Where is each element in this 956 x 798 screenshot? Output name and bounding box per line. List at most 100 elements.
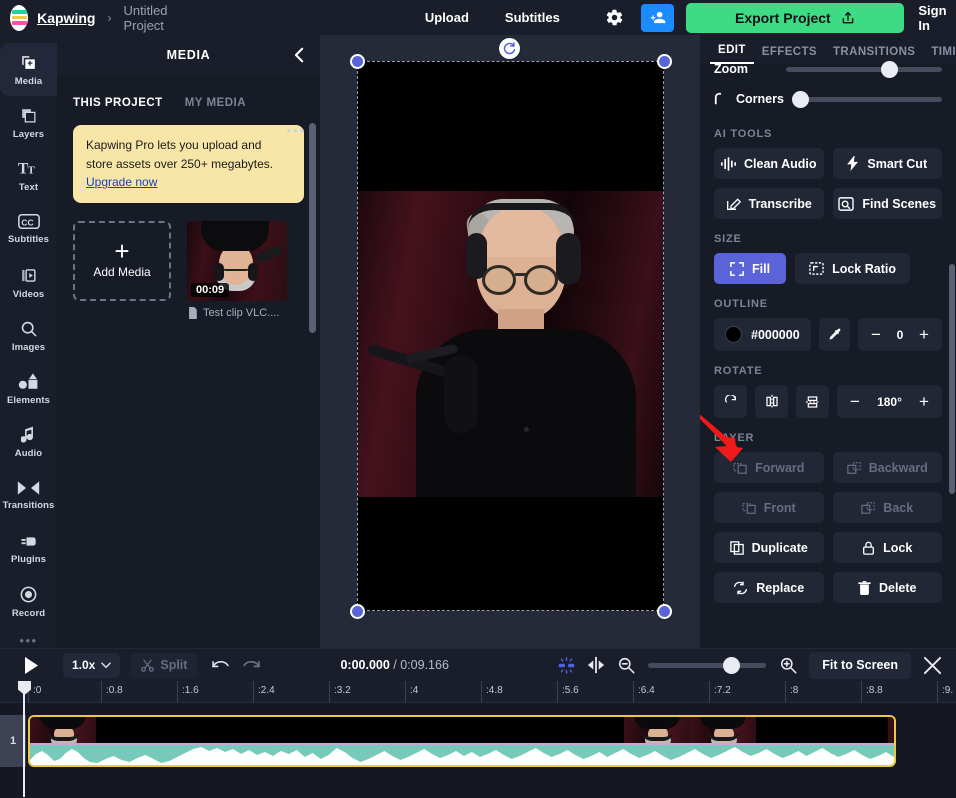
zoom-slider-row[interactable]: Zoom <box>714 54 942 84</box>
timeline-zoom-slider[interactable] <box>648 656 767 674</box>
playback-speed-select[interactable]: 1.0x <box>63 652 121 678</box>
duplicate-button[interactable]: Duplicate <box>714 532 824 563</box>
sign-in-button[interactable]: Sign In <box>918 3 956 33</box>
timeline-ruler[interactable]: :0 :0.8 :1.6 :2.4 :3.2 :4 :4.8 :5.6 :6.4… <box>0 681 956 703</box>
replace-button[interactable]: Replace <box>714 572 824 603</box>
media-asset-item[interactable]: 00:09 Test clip VLC.... <box>187 220 287 319</box>
sidebar-label: Audio <box>14 448 43 460</box>
corner-icon <box>714 92 721 105</box>
resize-handle-bottom-right[interactable] <box>657 604 672 619</box>
sidebar-item-subtitles[interactable]: CC Subtitles <box>0 203 57 256</box>
fill-button[interactable]: Fill <box>714 253 787 284</box>
layer-back-button[interactable]: Back <box>832 492 942 523</box>
outline-color-picker[interactable]: #000000 <box>714 318 811 351</box>
smart-cut-button[interactable]: Smart Cut <box>832 148 942 179</box>
lock-ratio-button[interactable]: Lock Ratio <box>795 253 910 284</box>
sidebar-item-text[interactable]: T T Text <box>0 150 57 203</box>
sidebar-item-layers[interactable]: Layers <box>0 96 57 149</box>
timeline-clip[interactable] <box>28 715 896 767</box>
layer-forward-button[interactable]: Forward <box>714 452 824 483</box>
rotate-button[interactable] <box>714 385 747 418</box>
rotate-handle-icon[interactable] <box>499 38 520 59</box>
resize-handle-top-left[interactable] <box>350 54 365 69</box>
fit-to-screen-button[interactable]: Fit to Screen <box>809 651 911 679</box>
timeline[interactable]: :0 :0.8 :1.6 :2.4 :3.2 :4 :4.8 :5.6 :6.4… <box>0 681 956 798</box>
zoom-slider-knob[interactable] <box>881 60 899 78</box>
corners-slider-knob[interactable] <box>791 90 809 108</box>
delete-button[interactable]: Delete <box>832 572 942 603</box>
subtitles-button[interactable]: Subtitles <box>487 10 578 25</box>
outline-increase-button[interactable]: + <box>910 321 938 349</box>
corners-slider-track[interactable] <box>791 90 942 108</box>
media-add-icon <box>22 55 35 69</box>
chevron-left-icon[interactable] <box>290 46 308 64</box>
outline-color-hex: #000000 <box>751 327 800 342</box>
snap-toggle-button[interactable] <box>551 656 581 674</box>
outline-width-stepper[interactable]: − 0 + <box>858 318 942 351</box>
asset-thumbnail[interactable]: 00:09 <box>187 220 287 301</box>
invite-collaborator-button[interactable] <box>641 3 675 32</box>
resize-handle-bottom-left[interactable] <box>350 604 365 619</box>
sidebar-item-videos[interactable]: Videos <box>0 256 57 309</box>
fit-clip-button[interactable] <box>581 656 611 674</box>
lock-button[interactable]: Lock <box>832 532 942 563</box>
ruler-tick: :0.8 <box>101 681 123 703</box>
brand-link[interactable]: Kapwing <box>37 10 95 26</box>
split-button[interactable]: Split <box>130 652 199 678</box>
pencil-square-icon <box>726 198 741 210</box>
upgrade-now-link[interactable]: Upgrade now <box>86 175 157 189</box>
rotate-angle-stepper[interactable]: − 180° + <box>837 385 942 418</box>
close-panel-button[interactable] <box>923 656 942 675</box>
rotate-increase-button[interactable]: + <box>910 388 938 416</box>
zoom-in-button[interactable] <box>773 657 803 674</box>
plug-icon <box>21 537 36 546</box>
sidebar-item-plugins[interactable]: Plugins <box>0 522 57 575</box>
upload-button[interactable]: Upload <box>407 10 487 25</box>
search-icon <box>21 321 37 337</box>
more-dots-icon[interactable]: ••• <box>286 123 306 137</box>
undo-button[interactable] <box>212 659 230 672</box>
find-scenes-button[interactable]: Find Scenes <box>832 188 942 219</box>
layer-backward-button[interactable]: Backward <box>832 452 942 483</box>
video-selection-frame[interactable] <box>357 61 664 611</box>
redo-button[interactable] <box>243 659 261 672</box>
resize-handle-top-right[interactable] <box>657 54 672 69</box>
media-panel: MEDIA ••• THIS PROJECT MY MEDIA Kapwing … <box>57 35 320 648</box>
sidebar-item-record[interactable]: Record <box>0 576 57 629</box>
ruler-tick: :1.6 <box>177 681 199 703</box>
timeline-zoom-knob[interactable] <box>723 656 741 674</box>
eyedropper-icon[interactable] <box>819 318 850 351</box>
sidebar-item-elements[interactable]: Elements <box>0 363 57 416</box>
tab-my-media[interactable]: MY MEDIA <box>185 97 246 109</box>
play-button[interactable] <box>24 656 39 674</box>
gear-icon[interactable] <box>600 1 630 35</box>
flip-vertical-button[interactable] <box>796 385 829 418</box>
transcribe-button[interactable]: Transcribe <box>714 188 824 219</box>
corners-label: Corners <box>736 92 784 106</box>
media-panel-scrollbar[interactable] <box>309 123 316 333</box>
layer-front-button[interactable]: Front <box>714 492 824 523</box>
rail-more-icon[interactable]: ••• <box>19 633 37 648</box>
export-project-button[interactable]: Export Project <box>686 2 905 33</box>
sidebar-item-media[interactable]: Media <box>0 43 57 97</box>
sidebar-item-images[interactable]: Images <box>0 309 57 362</box>
corners-slider-row[interactable]: Corners <box>714 84 942 114</box>
ruler-tick: :4.8 <box>481 681 503 703</box>
zoom-slider-track[interactable] <box>786 60 942 78</box>
properties-panel-scrollbar[interactable] <box>949 264 955 494</box>
canvas-area[interactable] <box>314 35 700 648</box>
flip-horizontal-button[interactable] <box>755 385 788 418</box>
outline-decrease-button[interactable]: − <box>862 321 890 349</box>
asset-name-row: Test clip VLC.... <box>187 306 287 319</box>
zoom-out-button[interactable] <box>611 657 641 674</box>
music-note-icon <box>20 427 33 443</box>
sidebar-item-transitions[interactable]: Transitions <box>0 469 57 522</box>
clean-audio-button[interactable]: Clean Audio <box>714 148 824 179</box>
add-media-button[interactable]: + Add Media <box>73 220 171 301</box>
rotate-decrease-button[interactable]: − <box>841 388 869 416</box>
asset-duration-badge: 00:09 <box>191 282 230 297</box>
tab-this-project[interactable]: THIS PROJECT <box>73 97 163 109</box>
project-title[interactable]: Untitled Project <box>123 3 184 33</box>
layers-icon <box>22 109 36 123</box>
sidebar-item-audio[interactable]: Audio <box>0 416 57 469</box>
